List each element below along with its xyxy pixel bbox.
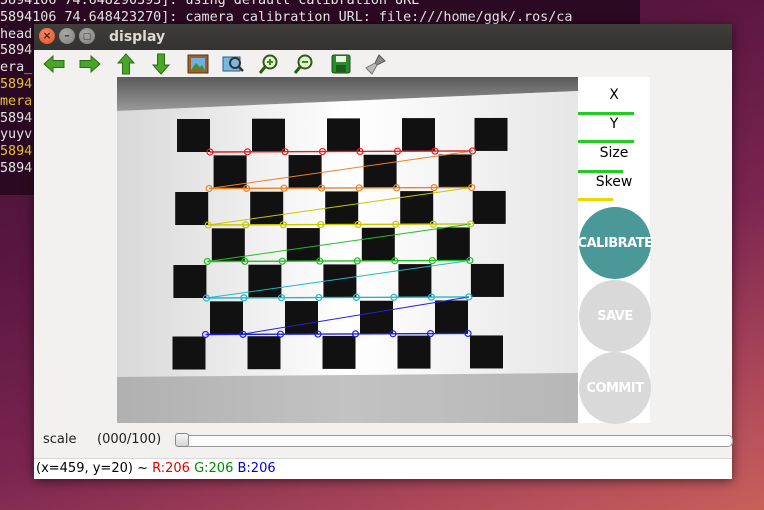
zoom-in-icon xyxy=(258,54,278,74)
checker-square xyxy=(361,227,395,261)
terminal-line: 5894106 74.648290393]: using default cal… xyxy=(0,0,420,8)
save-label: SAVE xyxy=(597,308,633,324)
maximize-button[interactable]: ▢ xyxy=(79,28,95,44)
status-coordinates: (x=459, y=20) ~ xyxy=(36,461,148,476)
fit-window-button[interactable] xyxy=(221,52,245,76)
scale-slider-track[interactable] xyxy=(175,435,733,447)
save-image-button[interactable] xyxy=(329,52,353,76)
checker-square xyxy=(288,155,322,189)
x-label: X xyxy=(609,87,619,103)
arrow-right-icon xyxy=(79,55,101,73)
y-progress-bar xyxy=(578,140,635,143)
arrow-up-icon xyxy=(117,53,135,75)
y-label: Y xyxy=(609,116,619,132)
checker-square xyxy=(322,335,356,369)
camera-image[interactable] xyxy=(117,77,578,423)
status-green-value: G:206 xyxy=(194,461,234,476)
close-icon: × xyxy=(42,29,52,42)
scale-value: (000/100) xyxy=(97,432,162,447)
pan-down-button[interactable] xyxy=(149,52,173,76)
status-red-value: R:206 xyxy=(152,461,190,476)
checker-square xyxy=(247,336,281,370)
toolbar xyxy=(34,50,732,76)
checker-square xyxy=(360,300,393,334)
commit-label: COMMIT xyxy=(586,380,644,396)
checker-square xyxy=(398,264,432,298)
checker-square xyxy=(173,265,207,298)
scale-control: scale (000/100) xyxy=(34,431,733,451)
title-bar[interactable]: × – ▢ display xyxy=(34,24,732,50)
arrow-left-icon xyxy=(43,55,65,73)
checker-square xyxy=(400,191,434,225)
image-icon xyxy=(187,54,209,74)
status-bar: (x=459, y=20) ~ R:206 G:206 B:206 xyxy=(34,458,732,479)
checker-square xyxy=(248,264,282,298)
image-viewer[interactable]: X Y Size Skew CALIBRATE SAVE COMMIT xyxy=(117,77,653,424)
clear-button[interactable] xyxy=(364,52,388,76)
size-label: Size xyxy=(599,145,629,161)
checker-square xyxy=(402,118,435,152)
display-window: × – ▢ display X Y Size Skew CALIBRATE SA… xyxy=(34,24,733,479)
checker-square xyxy=(285,301,318,335)
scale-label: scale xyxy=(43,432,77,447)
zoom-in-button[interactable] xyxy=(257,52,281,76)
checker-square xyxy=(472,190,506,224)
zoom-out-button[interactable] xyxy=(292,52,316,76)
status-blue-value: B:206 xyxy=(237,461,276,476)
checker-square xyxy=(363,154,397,188)
checker-square xyxy=(435,300,468,334)
scale-slider-handle[interactable] xyxy=(175,433,189,447)
calibration-panel: X Y Size Skew CALIBRATE SAVE COMMIT xyxy=(577,77,653,424)
skew-label: Skew xyxy=(595,174,633,190)
checker-square xyxy=(436,227,470,261)
checker-square xyxy=(286,228,320,262)
fit-window-icon xyxy=(222,56,244,72)
checker-square xyxy=(470,335,503,369)
checker-square xyxy=(250,191,284,225)
window-title: display xyxy=(109,29,166,45)
checker-square xyxy=(397,335,431,369)
arrow-down-icon xyxy=(152,53,170,75)
save-button[interactable]: SAVE xyxy=(579,280,651,352)
checker-square xyxy=(210,301,243,335)
zoom-out-icon xyxy=(293,54,313,74)
zoom-original-button[interactable] xyxy=(186,52,210,76)
calibrate-label: CALIBRATE xyxy=(577,235,653,251)
clear-brush-icon xyxy=(365,54,386,75)
pan-up-button[interactable] xyxy=(114,52,138,76)
calibrate-button[interactable]: CALIBRATE xyxy=(577,207,653,279)
checker-square xyxy=(175,192,209,225)
checker-square xyxy=(172,336,206,370)
close-button[interactable]: × xyxy=(39,28,55,44)
size-progress-bar xyxy=(578,170,623,173)
skew-progress-bar xyxy=(578,198,613,201)
commit-button[interactable]: COMMIT xyxy=(579,352,651,424)
pan-left-button[interactable] xyxy=(42,52,66,76)
save-icon xyxy=(331,54,351,74)
checker-square xyxy=(177,119,210,152)
checker-square xyxy=(474,117,508,151)
maximize-icon: ▢ xyxy=(82,32,92,42)
checker-square xyxy=(470,263,504,297)
checker-square xyxy=(327,118,360,152)
minimize-icon: – xyxy=(64,29,70,42)
checker-square xyxy=(438,154,472,188)
minimize-button[interactable]: – xyxy=(59,28,75,44)
checker-square xyxy=(252,118,285,152)
x-progress-bar xyxy=(578,112,635,115)
pan-right-button[interactable] xyxy=(78,52,102,76)
